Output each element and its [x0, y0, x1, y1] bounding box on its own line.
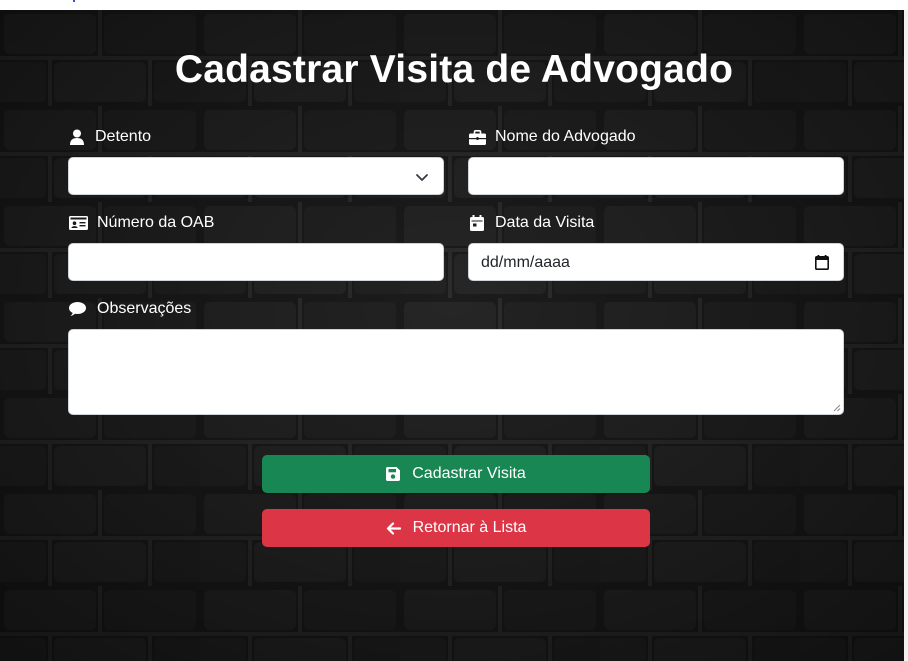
- data-visita-label: Data da Visita: [495, 214, 595, 231]
- calendar-icon: [468, 215, 486, 231]
- nome-advogado-label: Nome do Advogado: [495, 128, 636, 145]
- observacoes-textarea[interactable]: [68, 329, 844, 415]
- page-title: Cadastrar Visita de Advogado: [174, 48, 734, 91]
- chevron-down-icon: [416, 174, 428, 181]
- nome-advogado-label-row: Nome do Advogado: [468, 127, 636, 147]
- numero-oab-input[interactable]: [68, 243, 444, 281]
- date-placeholder: dd/mm/aaaa: [481, 254, 570, 271]
- numero-oab-label: Número da OAB: [97, 214, 215, 231]
- observacoes-label: Observações: [97, 300, 192, 317]
- detento-select[interactable]: [68, 157, 444, 195]
- right-edge-strip: [904, 10, 908, 661]
- arrow-left-icon: [386, 521, 401, 535]
- detento-label: Detento: [95, 128, 152, 145]
- nome-advogado-input[interactable]: [468, 157, 844, 195]
- date-picker-icon[interactable]: [815, 255, 829, 270]
- retornar-lista-label: Retornar à Lista: [412, 519, 527, 536]
- cadastrar-visita-label: Cadastrar Visita: [412, 465, 526, 482]
- comment-icon: [68, 301, 86, 317]
- save-icon: [386, 467, 401, 481]
- id-card-icon: [68, 215, 88, 231]
- numero-oab-label-row: Número da OAB: [68, 213, 214, 233]
- observacoes-label-row: Observações: [68, 299, 191, 319]
- cadastrar-visita-button[interactable]: Cadastrar Visita: [262, 455, 650, 493]
- detento-label-row: Detento: [68, 127, 151, 147]
- data-visita-input[interactable]: dd/mm/aaaa: [468, 243, 844, 281]
- retornar-lista-button[interactable]: Retornar à Lista: [262, 509, 650, 547]
- data-visita-label-row: Data da Visita: [468, 213, 594, 233]
- resize-handle-icon[interactable]: [832, 403, 841, 412]
- briefcase-icon: [468, 129, 486, 145]
- user-icon: [68, 129, 86, 145]
- top-strip: [0, 0, 908, 10]
- browser-artifact-dot: [73, 0, 75, 2]
